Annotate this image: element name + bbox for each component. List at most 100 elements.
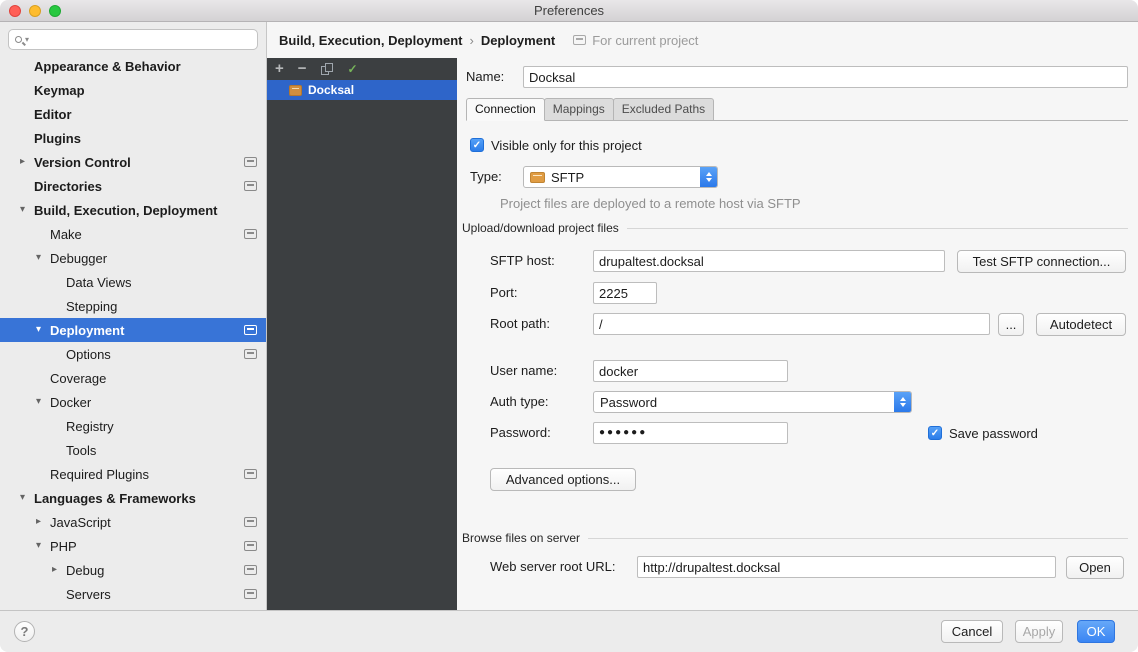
project-settings-icon	[244, 589, 257, 599]
add-icon: +	[275, 60, 284, 77]
type-select[interactable]: SFTP	[523, 166, 718, 188]
sidebar-item-options[interactable]: Options	[0, 342, 266, 366]
sftp-type-icon	[530, 172, 545, 183]
port-label: Port:	[490, 282, 517, 304]
search-chevron-icon: ▾	[25, 35, 29, 44]
project-settings-icon	[244, 517, 257, 527]
remove-server-button[interactable]: −	[298, 59, 307, 79]
project-settings-icon	[244, 349, 257, 359]
combo-stepper-icon	[700, 167, 717, 187]
use-as-default-button[interactable]: ✓	[348, 59, 358, 79]
type-label: Type:	[470, 166, 502, 188]
apply-button[interactable]: Apply	[1015, 620, 1063, 643]
visible-only-label: Visible only for this project	[491, 138, 642, 153]
expanded-arrow-icon	[36, 318, 50, 342]
deployment-settings-panel: Name: Connection Mappings Excluded Paths…	[457, 58, 1138, 610]
test-sftp-connection-button[interactable]: Test SFTP connection...	[957, 250, 1126, 273]
sidebar-item-plugins[interactable]: Plugins	[0, 126, 266, 150]
preferences-window: Preferences ▾ Appearance & Behavior Keym…	[0, 0, 1138, 652]
auth-type-label: Auth type:	[490, 391, 549, 413]
sidebar-item-javascript[interactable]: JavaScript	[0, 510, 266, 534]
browse-root-path-button[interactable]: ...	[998, 313, 1024, 336]
add-server-button[interactable]: +	[275, 59, 284, 79]
breadcrumb-page: Deployment	[481, 33, 555, 48]
sidebar-item-stepping[interactable]: Stepping	[0, 294, 266, 318]
web-root-label: Web server root URL:	[490, 556, 615, 578]
sftp-host-input[interactable]	[593, 250, 945, 272]
sidebar-item-docker[interactable]: Docker	[0, 390, 266, 414]
sidebar-item-servers[interactable]: Servers	[0, 582, 266, 606]
open-url-button[interactable]: Open	[1066, 556, 1124, 579]
current-project-icon	[573, 35, 586, 45]
use-as-default-icon: ✓	[348, 62, 358, 76]
autodetect-button[interactable]: Autodetect	[1036, 313, 1126, 336]
sidebar-item-tools[interactable]: Tools	[0, 438, 266, 462]
user-name-input[interactable]	[593, 360, 788, 382]
server-list-item-docksal[interactable]: Docksal	[267, 80, 457, 100]
remove-icon: −	[298, 60, 307, 77]
settings-search-input[interactable]	[32, 31, 257, 48]
zoom-button[interactable]	[49, 5, 61, 17]
root-path-input[interactable]	[593, 313, 990, 335]
breadcrumb-section[interactable]: Build, Execution, Deployment	[279, 33, 462, 48]
server-list-toolbar: + − ✓	[267, 58, 457, 80]
sidebar-item-php[interactable]: PHP	[0, 534, 266, 558]
sidebar-item-deployment[interactable]: Deployment	[0, 318, 266, 342]
visible-only-checkbox[interactable]: Visible only for this project	[470, 137, 642, 153]
expanded-arrow-icon	[36, 390, 50, 414]
minimize-button[interactable]	[29, 5, 41, 17]
sidebar-item-editor[interactable]: Editor	[0, 102, 266, 126]
type-help-text: Project files are deployed to a remote h…	[500, 196, 801, 211]
sidebar-item-debug[interactable]: Debug	[0, 558, 266, 582]
section-divider	[627, 228, 1128, 229]
auth-type-select[interactable]: Password	[593, 391, 912, 413]
title-bar: Preferences	[0, 0, 1138, 22]
project-settings-icon	[244, 541, 257, 551]
port-input[interactable]	[593, 282, 657, 304]
advanced-options-button[interactable]: Advanced options...	[490, 468, 636, 491]
ok-button[interactable]: OK	[1077, 620, 1115, 643]
sidebar-item-registry[interactable]: Registry	[0, 414, 266, 438]
cancel-button[interactable]: Cancel	[941, 620, 1003, 643]
tab-connection[interactable]: Connection	[466, 98, 545, 121]
collapsed-arrow-icon	[20, 150, 34, 174]
sidebar-item-build-execution-deployment[interactable]: Build, Execution, Deployment	[0, 198, 266, 222]
web-root-input[interactable]	[637, 556, 1056, 578]
breadcrumb: Build, Execution, Deployment › Deploymen…	[267, 22, 1138, 58]
settings-search-field[interactable]: ▾	[8, 29, 258, 50]
help-button[interactable]: ?	[14, 621, 35, 642]
save-password-checkbox[interactable]: Save password	[928, 425, 1038, 441]
settings-sidebar: ▾ Appearance & Behavior Keymap Editor Pl…	[0, 22, 267, 610]
sidebar-item-keymap[interactable]: Keymap	[0, 78, 266, 102]
sidebar-item-data-views[interactable]: Data Views	[0, 270, 266, 294]
section-divider	[588, 538, 1128, 539]
type-value: SFTP	[551, 170, 694, 185]
password-input[interactable]	[593, 422, 788, 444]
checkbox-checked-icon	[928, 426, 942, 440]
sidebar-item-languages-frameworks[interactable]: Languages & Frameworks	[0, 486, 266, 510]
sidebar-item-debugger[interactable]: Debugger	[0, 246, 266, 270]
auth-type-value: Password	[600, 395, 888, 410]
sidebar-item-coverage[interactable]: Coverage	[0, 366, 266, 390]
search-icon	[15, 36, 22, 43]
copy-server-button[interactable]	[321, 63, 334, 76]
expanded-arrow-icon	[20, 198, 34, 222]
name-input[interactable]	[523, 66, 1128, 88]
sidebar-item-required-plugins[interactable]: Required Plugins	[0, 462, 266, 486]
sidebar-item-directories[interactable]: Directories	[0, 174, 266, 198]
sidebar-item-appearance-behavior[interactable]: Appearance & Behavior	[0, 54, 266, 78]
sidebar-item-version-control[interactable]: Version Control	[0, 150, 266, 174]
dialog-footer: ? Cancel Apply OK	[0, 610, 1138, 652]
combo-stepper-icon	[894, 392, 911, 412]
checkbox-checked-icon	[470, 138, 484, 152]
project-settings-icon	[244, 181, 257, 191]
user-name-label: User name:	[490, 360, 557, 382]
server-list-panel: + − ✓ Docksal	[267, 58, 457, 610]
expanded-arrow-icon	[20, 486, 34, 510]
tab-mappings[interactable]: Mappings	[544, 98, 614, 121]
close-button[interactable]	[9, 5, 21, 17]
sidebar-item-make[interactable]: Make	[0, 222, 266, 246]
tab-excluded-paths[interactable]: Excluded Paths	[613, 98, 714, 121]
root-path-label: Root path:	[490, 313, 550, 335]
project-settings-icon	[244, 469, 257, 479]
